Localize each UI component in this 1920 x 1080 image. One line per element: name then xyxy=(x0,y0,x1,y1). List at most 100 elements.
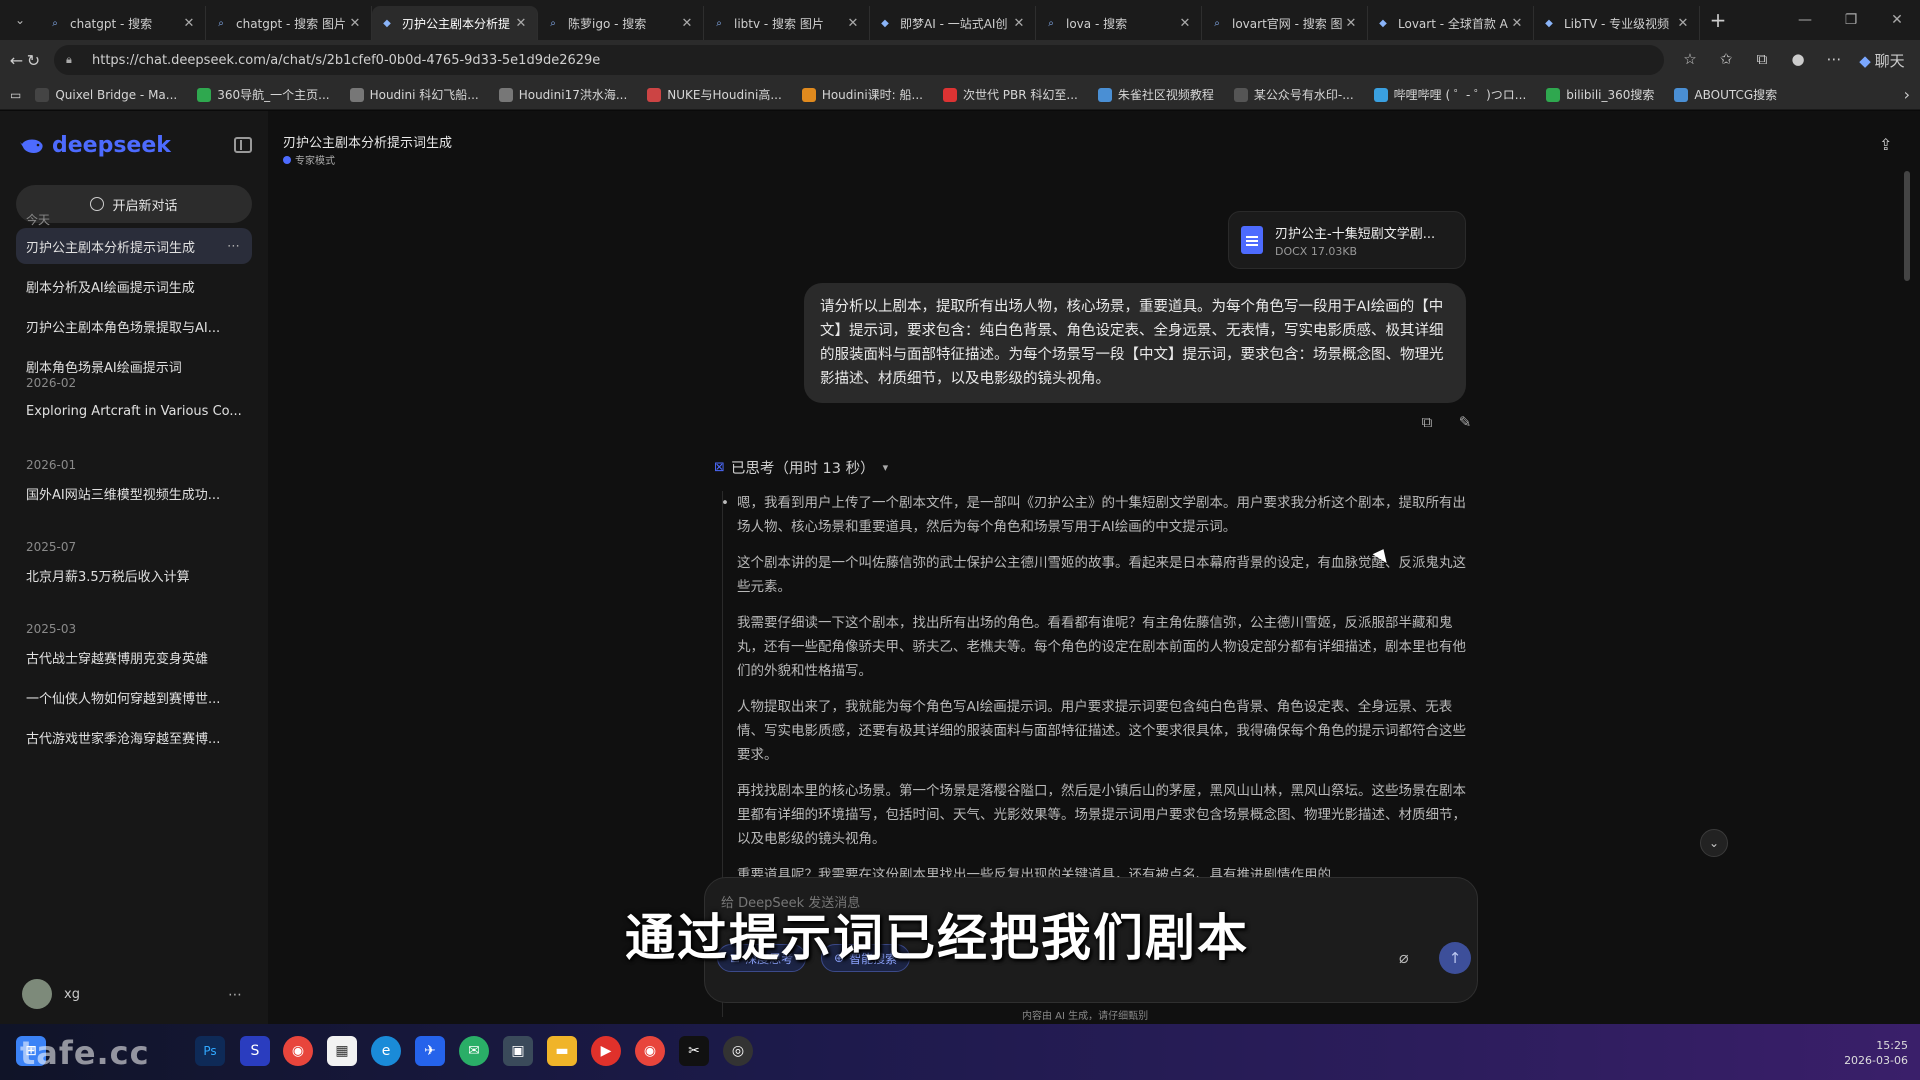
conversation-title: 国外AI网站三维模型视频生成功... xyxy=(26,487,221,503)
close-tab-icon[interactable]: ✕ xyxy=(347,16,363,31)
capcut-icon[interactable]: ✂ xyxy=(679,1036,709,1066)
chrome-alt-icon[interactable]: ◉ xyxy=(635,1036,665,1066)
search-icon: ⌕ xyxy=(218,17,224,29)
bookmark-item[interactable]: 360导航_一个主页... xyxy=(197,86,330,103)
close-tab-icon[interactable]: ✕ xyxy=(1011,16,1027,31)
tab-label: Lovart - 全球首款 AI xyxy=(1398,16,1509,31)
new-chat-button[interactable]: 开启新对话 xyxy=(16,185,252,223)
sidebar-conversation-item[interactable]: 国外AI网站三维模型视频生成功... xyxy=(16,475,252,511)
bookmark-item[interactable]: NUKE与Houdini高... xyxy=(647,86,782,103)
bookmark-favicon-icon xyxy=(1546,87,1561,102)
close-tab-icon[interactable]: ✕ xyxy=(845,16,861,31)
close-window-icon[interactable]: ✕ xyxy=(1874,12,1920,28)
media-player-icon[interactable]: ▶ xyxy=(591,1036,621,1066)
browser-tab[interactable]: ⌕ chatgpt - 搜索 图片 ✕ xyxy=(206,6,372,40)
close-tab-icon[interactable]: ✕ xyxy=(1675,16,1691,31)
wechat-icon[interactable]: ✉ xyxy=(459,1036,489,1066)
sidebar-conversation-item[interactable]: 古代战士穿越赛博朋克变身英雄 xyxy=(16,639,252,675)
refresh-icon[interactable]: ↻ xyxy=(25,51,42,70)
close-tab-icon[interactable]: ✕ xyxy=(679,16,695,31)
profile-icon[interactable]: ● xyxy=(1780,50,1816,71)
copilot-button[interactable]: ◆ 聊天 xyxy=(1852,50,1912,71)
site-info-icon[interactable]: 🔒︎ xyxy=(66,53,82,67)
sidebar-conversation-item[interactable]: 北京月薪3.5万税后收入计算 xyxy=(16,557,252,593)
browser-tab[interactable]: ⌕ lova - 搜索 ✕ xyxy=(1036,6,1202,40)
scroll-to-bottom-button[interactable]: ⌄ xyxy=(1700,829,1728,857)
deepseek-logo[interactable]: deepseek xyxy=(20,133,171,158)
bookmark-item[interactable]: Quixel Bridge - Ma... xyxy=(35,86,177,103)
favorites-icon[interactable]: ✩ xyxy=(1708,50,1744,71)
user-profile[interactable]: xg xyxy=(22,979,80,1009)
extensions-icon[interactable]: ⧉ xyxy=(1744,50,1780,71)
sidebar-conversation-item[interactable]: 剧本分析及AI绘画提示词生成 xyxy=(16,268,252,304)
tab-actions-menu-icon[interactable]: ⌄ xyxy=(0,0,40,40)
bookmark-item[interactable]: ABOUTCG搜索 xyxy=(1674,86,1777,103)
paperclip-icon[interactable]: ⌀ xyxy=(1399,948,1409,967)
scrollbar[interactable] xyxy=(1904,171,1910,281)
tab-label: libtv - 搜索 图片 xyxy=(734,16,824,31)
browser-tab[interactable]: ◆ Lovart - 全球首款 AI ✕ xyxy=(1368,6,1534,40)
bookmark-item[interactable]: 某公众号有水印-... xyxy=(1233,86,1354,103)
new-tab-button[interactable]: + xyxy=(1700,8,1736,32)
libtv-icon: ◆ xyxy=(1545,17,1553,29)
chrome-icon[interactable]: ◉ xyxy=(283,1036,313,1066)
thinking-toggle[interactable]: ⊠ 已思考（用时 13 秒） ▾ xyxy=(714,457,888,478)
favorite-star-icon[interactable]: ☆ xyxy=(1672,50,1708,71)
bookmark-label: 哔哩哔哩 ( ゜- ゜)つロ... xyxy=(1393,88,1527,102)
share-icon[interactable]: ⇪ xyxy=(1879,135,1897,154)
browser-tab[interactable]: ⌕ libtv - 搜索 图片 ✕ xyxy=(704,6,870,40)
browser-tab[interactable]: ⌕ chatgpt - 搜索 ✕ xyxy=(40,6,206,40)
close-tab-icon[interactable]: ✕ xyxy=(1177,16,1193,31)
tab-label: chatgpt - 搜索 图片 xyxy=(236,16,346,31)
browser-tab[interactable]: ◆ LibTV - 专业级视频 ✕ xyxy=(1534,6,1700,40)
user-menu-icon[interactable]: ⋯ xyxy=(228,987,242,1003)
back-icon[interactable]: ← xyxy=(8,51,25,70)
maximize-icon[interactable]: ❐ xyxy=(1828,12,1874,28)
app-active-icon[interactable]: ◎ xyxy=(723,1036,753,1066)
bookmarks-folder-icon[interactable]: ▭ xyxy=(10,88,21,102)
bookmark-item[interactable]: 哔哩哔哩 ( ゜- ゜)つロ... xyxy=(1373,86,1527,103)
sidebar-conversation-item[interactable]: 古代游戏世家季沧海穿越至赛博... xyxy=(16,719,252,755)
bookmark-item[interactable]: 朱雀社区视频教程 xyxy=(1097,86,1214,103)
bookmark-item[interactable]: 次世代 PBR 科幻至... xyxy=(942,86,1078,103)
sidebar-conversation-item[interactable]: Exploring Artcraft in Various Co... xyxy=(16,393,252,429)
sidebar-conversation-item[interactable]: 刃护公主剧本角色场景提取与AI... xyxy=(16,308,252,344)
feishu-icon[interactable]: ✈ xyxy=(415,1036,445,1066)
bookmark-item[interactable]: Houdini17洪水海... xyxy=(498,86,627,103)
user-name: xg xyxy=(64,986,80,1002)
sidebar-collapse-icon[interactable] xyxy=(234,137,252,153)
chat-main: 刃护公主剧本分析提示词生成 专家模式 ⇪ 刃护公主-十集短剧文学剧... DOC… xyxy=(268,111,1920,1024)
browser-tab[interactable]: ⌕ lovart官网 - 搜索 图片 ✕ xyxy=(1202,6,1368,40)
browser-tab[interactable]: ◆ 即梦AI - 一站式AI创 ✕ xyxy=(870,6,1036,40)
app-s-icon[interactable]: S xyxy=(240,1036,270,1066)
minimize-icon[interactable]: — xyxy=(1782,12,1828,28)
photoshop-icon[interactable]: Ps xyxy=(195,1036,225,1066)
attached-file-card[interactable]: 刃护公主-十集短剧文学剧... DOCX 17.03KB xyxy=(1228,211,1466,269)
app-grid-icon[interactable]: ▦ xyxy=(327,1036,357,1066)
copy-icon[interactable]: ⧉ xyxy=(1408,413,1446,431)
bookmark-label: Houdini 科幻飞船... xyxy=(369,88,479,102)
conversation-more-icon[interactable]: ⋯ xyxy=(227,239,240,254)
mode-badge: 专家模式 xyxy=(283,152,335,167)
bookmarks-more-icon[interactable]: › xyxy=(1904,85,1910,104)
close-tab-icon[interactable]: ✕ xyxy=(181,16,197,31)
file-explorer-icon[interactable]: ▬ xyxy=(547,1036,577,1066)
search-icon: ⌕ xyxy=(716,17,722,29)
conversation-group-label: 2026-02 xyxy=(26,376,77,390)
bookmark-item[interactable]: Houdini课时: 船... xyxy=(801,86,923,103)
sidebar-conversation-item[interactable]: 刃护公主剧本分析提示词生成 ⋯ xyxy=(16,228,252,264)
browser-tab[interactable]: ◆ 刃护公主剧本分析提 ✕ xyxy=(372,6,538,40)
send-button[interactable]: ↑ xyxy=(1439,942,1471,974)
edge-icon[interactable]: e xyxy=(371,1036,401,1066)
edit-icon[interactable]: ✎ xyxy=(1446,413,1484,431)
bookmark-item[interactable]: Houdini 科幻飞船... xyxy=(349,86,479,103)
close-tab-icon[interactable]: ✕ xyxy=(1509,16,1525,31)
sidebar-conversation-item[interactable]: 一个仙侠人物如何穿越到赛博世... xyxy=(16,679,252,715)
close-tab-icon[interactable]: ✕ xyxy=(513,16,529,31)
browser-tab[interactable]: ⌕ 陈萝igo - 搜索 ✕ xyxy=(538,6,704,40)
bookmark-item[interactable]: bilibili_360搜索 xyxy=(1546,86,1654,103)
more-options-icon[interactable]: ⋯ xyxy=(1816,50,1852,71)
close-tab-icon[interactable]: ✕ xyxy=(1343,16,1359,31)
remote-desktop-icon[interactable]: ▣ xyxy=(503,1036,533,1066)
address-bar[interactable]: 🔒︎ https://chat.deepseek.com/a/chat/s/2b… xyxy=(54,45,1664,75)
